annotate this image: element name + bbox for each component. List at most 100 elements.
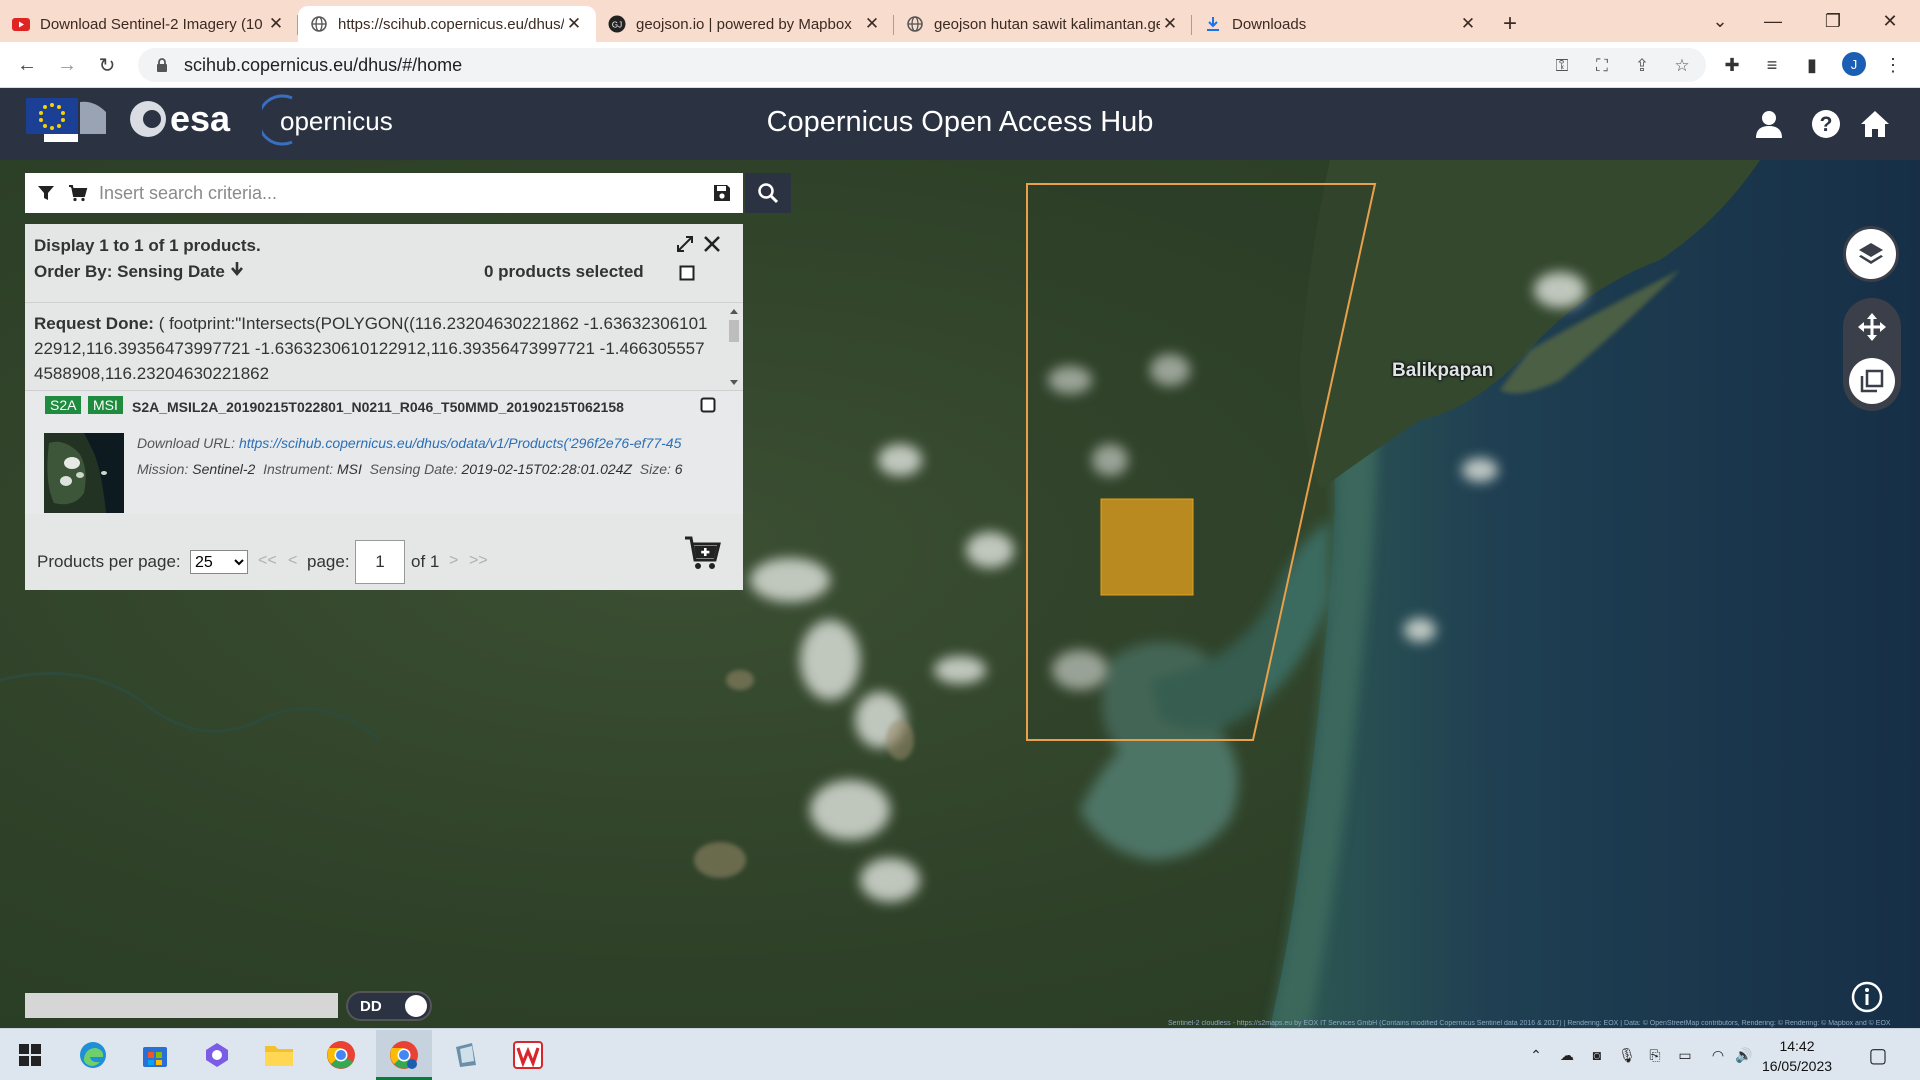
first-page-button[interactable]: <<: [258, 552, 277, 570]
select-all-checkbox[interactable]: [676, 262, 698, 284]
tab-geojson-io[interactable]: GJ geojson.io | powered by Mapbox ✕: [596, 6, 894, 42]
help-icon[interactable]: ?: [1809, 107, 1843, 141]
reload-icon[interactable]: ↻: [92, 50, 122, 80]
media-control-icon[interactable]: ≡: [1761, 54, 1783, 76]
per-page-select[interactable]: 25: [190, 550, 248, 574]
product-thumbnail[interactable]: [44, 433, 124, 513]
close-window-icon[interactable]: ✕: [1862, 0, 1918, 42]
order-by-control[interactable]: Order By: Sensing Date: [34, 261, 244, 282]
pan-button[interactable]: [1849, 304, 1895, 350]
file-explorer-icon[interactable]: [261, 1037, 297, 1073]
tab-title: Downloads: [1232, 15, 1307, 33]
map-tool-group: [1843, 298, 1901, 411]
info-button[interactable]: [1842, 972, 1892, 1022]
tab-downloads[interactable]: Downloads ✕: [1192, 6, 1490, 42]
search-bar: [25, 173, 743, 213]
close-panel-icon[interactable]: [701, 233, 723, 255]
last-page-button[interactable]: >>: [469, 552, 488, 570]
layers-icon: [1859, 243, 1883, 264]
globe-icon: [310, 15, 328, 33]
product-select-checkbox[interactable]: [697, 394, 719, 416]
close-tab-icon[interactable]: ✕: [1160, 14, 1180, 34]
microsoft-store-icon[interactable]: [137, 1037, 173, 1073]
download-url-label: Download URL:: [137, 435, 236, 451]
geojson-icon: GJ: [608, 15, 626, 33]
instrument-badge: MSI: [88, 396, 123, 414]
download-url-link[interactable]: https://scihub.copernicus.eu/dhus/odata/…: [239, 435, 681, 451]
cart-icon[interactable]: [67, 182, 89, 204]
prev-page-button[interactable]: <: [288, 552, 297, 570]
microphone-icon[interactable]: 🎙: [1617, 1045, 1637, 1065]
back-icon[interactable]: ←: [12, 50, 42, 80]
tab-youtube[interactable]: Download Sentinel-2 Imagery (10 m ✕: [0, 6, 298, 42]
request-scrollbar[interactable]: [727, 307, 741, 387]
wps-office-icon[interactable]: [510, 1037, 546, 1073]
extensions-icon[interactable]: ✚: [1721, 54, 1743, 76]
expand-icon[interactable]: [674, 233, 696, 255]
restore-icon[interactable]: ❐: [1805, 0, 1861, 42]
onedrive-icon[interactable]: ☁: [1557, 1045, 1577, 1065]
close-tab-icon[interactable]: ✕: [266, 14, 286, 34]
app-icon[interactable]: [448, 1037, 484, 1073]
system-clock[interactable]: 14:42 16/05/2023: [1752, 1036, 1842, 1076]
user-icon[interactable]: [1752, 107, 1786, 141]
svg-text:?: ?: [1820, 113, 1833, 136]
tab-geojson-file[interactable]: geojson hutan sawit kalimantan.ge ✕: [894, 6, 1192, 42]
show-hidden-icons[interactable]: ⌃: [1526, 1045, 1546, 1065]
volume-icon[interactable]: 🔊: [1734, 1045, 1754, 1065]
notifications-icon[interactable]: ▢: [1868, 1045, 1888, 1067]
translate-icon[interactable]: ⛶: [1592, 56, 1612, 76]
next-page-button[interactable]: >: [449, 552, 458, 570]
page-number-input[interactable]: 1: [355, 540, 405, 584]
edge-icon[interactable]: [75, 1037, 111, 1073]
key-icon[interactable]: ⚿: [1552, 56, 1572, 76]
tab-title: geojson.io | powered by Mapbox: [636, 15, 852, 33]
close-tab-icon[interactable]: ✕: [564, 14, 584, 34]
save-search-icon[interactable]: [711, 182, 733, 204]
download-url-line: Download URL: https://scihub.copernicus.…: [137, 435, 733, 451]
search-button[interactable]: [745, 173, 791, 213]
minimize-icon[interactable]: —: [1745, 0, 1801, 42]
wifi-icon[interactable]: ◠: [1708, 1045, 1728, 1065]
per-page-label: Products per page:: [37, 552, 181, 571]
tab-search-icon[interactable]: ⌄: [1692, 0, 1748, 42]
url-field[interactable]: scihub.copernicus.eu/dhus/#/home: [138, 48, 1706, 82]
bookmark-star-icon[interactable]: ☆: [1672, 56, 1692, 76]
profile-avatar[interactable]: J: [1842, 52, 1866, 76]
chrome-icon[interactable]: [323, 1037, 359, 1073]
tab-title: Download Sentinel-2 Imagery (10 m: [40, 15, 266, 33]
add-all-to-cart-icon[interactable]: [683, 534, 721, 572]
product-list-item[interactable]: S2A MSI S2A_MSIL2A_20190215T022801_N0211…: [25, 390, 743, 514]
close-tab-icon[interactable]: ✕: [1458, 14, 1478, 34]
windows-start-icon[interactable]: [12, 1037, 48, 1073]
draw-area-button[interactable]: [1849, 358, 1895, 404]
results-panel: Display 1 to 1 of 1 products. Order By: …: [25, 224, 743, 590]
coordinate-format-toggle[interactable]: DD: [346, 991, 432, 1021]
tab-title: https://scihub.copernicus.eu/dhus/#: [338, 15, 564, 33]
copilot-icon[interactable]: [199, 1037, 235, 1073]
filter-icon[interactable]: [35, 182, 57, 204]
globe-icon: [906, 15, 924, 33]
battery-icon[interactable]: ▭: [1675, 1045, 1695, 1065]
home-icon[interactable]: [1858, 107, 1892, 141]
new-tab-button[interactable]: +: [1490, 6, 1530, 42]
menu-icon[interactable]: ⋮: [1882, 54, 1904, 76]
search-input[interactable]: [99, 178, 701, 208]
close-tab-icon[interactable]: ✕: [862, 14, 882, 34]
camera-icon[interactable]: ◙: [1587, 1045, 1607, 1065]
share-icon[interactable]: ⇪: [1632, 56, 1652, 76]
area-of-interest[interactable]: [1100, 498, 1194, 596]
remote-icon[interactable]: ⎘: [1645, 1045, 1665, 1065]
layers-button[interactable]: [1843, 226, 1899, 282]
sort-down-icon[interactable]: [230, 261, 244, 277]
map-attribution[interactable]: Sentinel-2 cloudless - https://s2maps.eu…: [1168, 1020, 1920, 1028]
product-name[interactable]: S2A_MSIL2A_20190215T022801_N0211_R046_T5…: [132, 399, 624, 415]
page-of-label: of 1: [411, 552, 440, 571]
svg-text:GJ: GJ: [612, 21, 622, 30]
side-panel-icon[interactable]: ▮: [1801, 54, 1823, 76]
move-icon: [1858, 313, 1886, 341]
chrome-profile-icon[interactable]: [386, 1037, 422, 1073]
order-by-label: Order By: Sensing Date: [34, 262, 225, 281]
tab-scihub[interactable]: https://scihub.copernicus.eu/dhus/# ✕: [298, 6, 596, 42]
forward-icon[interactable]: →: [52, 50, 82, 80]
